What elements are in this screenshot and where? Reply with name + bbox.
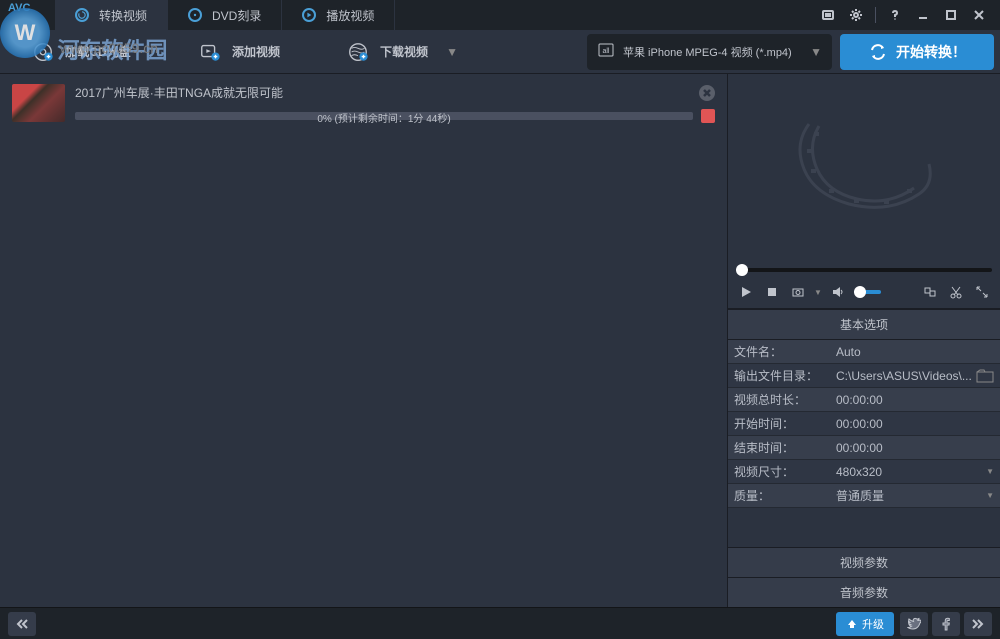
tab-play-video[interactable]: 播放视频 bbox=[282, 0, 395, 30]
volume-slider[interactable] bbox=[854, 290, 881, 294]
up-arrow-icon bbox=[846, 618, 858, 630]
status-bar: 升级 bbox=[0, 607, 1000, 639]
download-icon bbox=[346, 40, 370, 64]
video-thumbnail bbox=[12, 84, 65, 122]
stop-button[interactable] bbox=[701, 109, 715, 123]
cut-button[interactable] bbox=[946, 282, 966, 302]
add-video-icon bbox=[198, 40, 222, 64]
svg-text:all: all bbox=[602, 48, 609, 55]
cd-icon bbox=[31, 40, 55, 64]
tab-label: 播放视频 bbox=[326, 7, 374, 24]
tab-label: 转换视频 bbox=[99, 7, 147, 24]
tab-label: DVD刻录 bbox=[212, 7, 261, 24]
option-row: 视频尺寸：480x320▼ bbox=[728, 460, 1000, 484]
file-item[interactable]: 2017广州车展·丰田TNGA成就无限可能 0% (预计剩余时间：1分 44秒) bbox=[8, 80, 719, 127]
settings-icon[interactable] bbox=[847, 6, 865, 24]
maximize-button[interactable] bbox=[942, 6, 960, 24]
tab-dvd-burn[interactable]: DVD刻录 bbox=[168, 0, 282, 30]
file-title: 2017广州车展·丰田TNGA成就无限可能 bbox=[75, 84, 283, 101]
option-label: 结束时间： bbox=[728, 439, 830, 456]
disc-icon bbox=[188, 8, 202, 22]
chevron-down-icon: ▼ bbox=[446, 45, 458, 59]
convert-icon bbox=[868, 42, 888, 62]
option-label: 视频尺寸： bbox=[728, 463, 830, 480]
timeline[interactable] bbox=[728, 264, 1000, 276]
expand-button[interactable] bbox=[972, 282, 992, 302]
button-label: 开始转换！ bbox=[896, 42, 966, 62]
twitter-button[interactable] bbox=[900, 612, 928, 636]
volume-icon[interactable] bbox=[828, 282, 848, 302]
output-format-select[interactable]: all 苹果 iPhone MPEG-4 视频 (*.mp4) ▼ bbox=[587, 34, 832, 70]
option-value[interactable]: 480x320▼ bbox=[830, 465, 1000, 479]
chevron-down-icon: ▼ bbox=[810, 45, 822, 59]
option-value[interactable]: Auto bbox=[830, 345, 1000, 359]
repeat-button[interactable] bbox=[920, 282, 940, 302]
format-value: 苹果 iPhone MPEG-4 视频 (*.mp4) bbox=[623, 44, 802, 60]
option-row: 结束时间：00:00:00 bbox=[728, 436, 1000, 460]
app-logo: AVC bbox=[0, 0, 55, 30]
collapse-right-button[interactable] bbox=[964, 612, 992, 636]
option-value[interactable]: C:\Users\ASUS\Videos\... bbox=[830, 369, 1000, 383]
option-row: 视频总时长：00:00:00 bbox=[728, 388, 1000, 412]
option-label: 视频总时长： bbox=[728, 391, 830, 408]
download-video-button[interactable]: 下载视频 ▼ bbox=[322, 34, 482, 70]
option-label: 质量： bbox=[728, 487, 830, 504]
upgrade-button[interactable]: 升级 bbox=[836, 612, 894, 636]
option-value[interactable]: 00:00:00 bbox=[830, 393, 1000, 407]
minimize-button[interactable] bbox=[914, 6, 932, 24]
option-value[interactable]: 00:00:00 bbox=[830, 441, 1000, 455]
facebook-button[interactable] bbox=[932, 612, 960, 636]
menu-icon[interactable] bbox=[819, 6, 837, 24]
toolbar: 加载CD光盘 添加视频 下载视频 ▼ all 苹果 iPhone MPEG-4 … bbox=[0, 30, 1000, 74]
option-row: 文件名：Auto bbox=[728, 340, 1000, 364]
close-button[interactable] bbox=[970, 6, 988, 24]
progress-bar: 0% (预计剩余时间：1分 44秒) bbox=[75, 112, 693, 120]
video-params-tab[interactable]: 视频参数 bbox=[728, 547, 1000, 577]
option-label: 文件名： bbox=[728, 343, 830, 360]
help-icon[interactable] bbox=[886, 6, 904, 24]
progress-text: 0% (预计剩余时间：1分 44秒) bbox=[75, 110, 693, 125]
audio-params-tab[interactable]: 音频参数 bbox=[728, 577, 1000, 607]
options-table: 文件名：Auto输出文件目录：C:\Users\ASUS\Videos\...视… bbox=[728, 340, 1000, 508]
button-label: 加载CD光盘 bbox=[65, 43, 130, 60]
button-label: 下载视频 bbox=[380, 43, 428, 60]
play-button[interactable] bbox=[736, 282, 756, 302]
snapshot-button[interactable] bbox=[788, 282, 808, 302]
option-row: 输出文件目录：C:\Users\ASUS\Videos\... bbox=[728, 364, 1000, 388]
format-icon: all bbox=[597, 41, 615, 62]
film-strip-icon bbox=[789, 114, 939, 224]
collapse-left-button[interactable] bbox=[8, 612, 36, 636]
option-row: 质量：普通质量▼ bbox=[728, 484, 1000, 508]
remove-file-button[interactable] bbox=[699, 85, 715, 101]
stop-playback-button[interactable] bbox=[762, 282, 782, 302]
start-convert-button[interactable]: 开始转换！ bbox=[840, 34, 994, 70]
basic-options-header: 基本选项 bbox=[728, 309, 1000, 340]
option-value[interactable]: 普通质量▼ bbox=[830, 487, 1000, 504]
load-cd-button[interactable]: 加载CD光盘 bbox=[6, 34, 156, 70]
browse-icon[interactable] bbox=[976, 369, 994, 383]
chevron-down-icon[interactable]: ▼ bbox=[986, 491, 994, 500]
refresh-icon bbox=[75, 8, 89, 22]
play-icon bbox=[302, 8, 316, 22]
file-list: 2017广州车展·丰田TNGA成就无限可能 0% (预计剩余时间：1分 44秒) bbox=[0, 74, 728, 607]
timeline-handle[interactable] bbox=[736, 264, 748, 276]
option-label: 开始时间： bbox=[728, 415, 830, 432]
option-row: 开始时间：00:00:00 bbox=[728, 412, 1000, 436]
tabs-bar: AVC 转换视频 DVD刻录 播放视频 bbox=[0, 0, 1000, 30]
chevron-down-icon[interactable]: ▼ bbox=[814, 288, 822, 297]
video-preview bbox=[728, 74, 1000, 264]
button-label: 升级 bbox=[862, 616, 884, 632]
option-value[interactable]: 00:00:00 bbox=[830, 417, 1000, 431]
tab-convert-video[interactable]: 转换视频 bbox=[55, 0, 168, 30]
right-panel: ▼ 基本选项 文件名：Auto输出文件目录：C:\Users\ASUS\Vide… bbox=[728, 74, 1000, 607]
chevron-down-icon[interactable]: ▼ bbox=[986, 467, 994, 476]
add-video-button[interactable]: 添加视频 bbox=[164, 34, 314, 70]
button-label: 添加视频 bbox=[232, 43, 280, 60]
option-label: 输出文件目录： bbox=[728, 367, 830, 384]
